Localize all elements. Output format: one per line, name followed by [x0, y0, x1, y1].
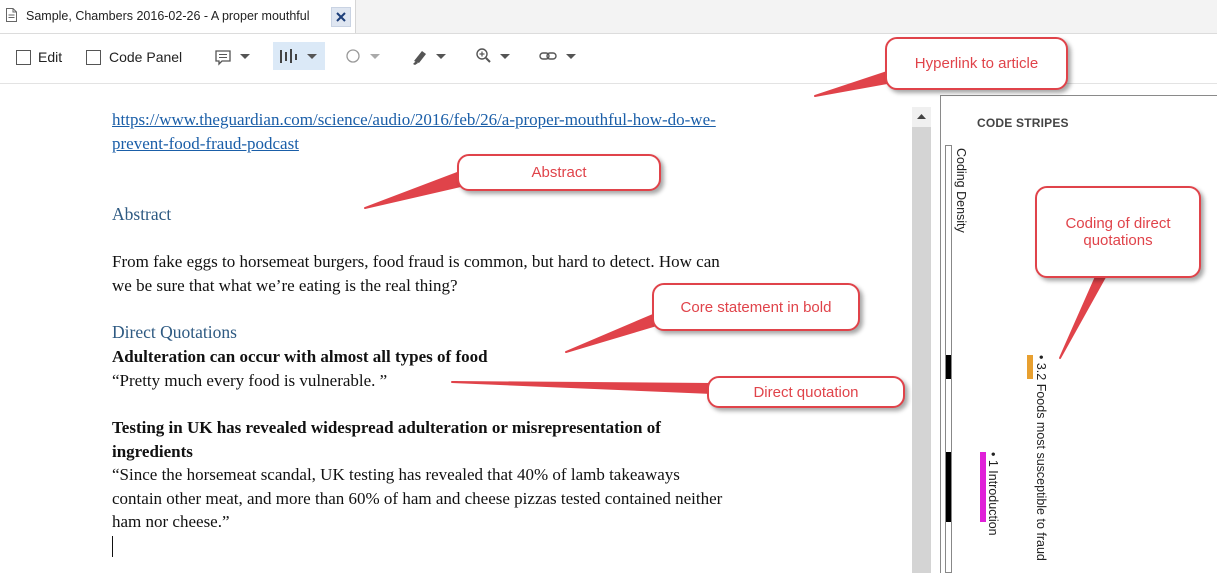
callout-abstract: Abstract [457, 154, 661, 191]
callout-hyperlink: Hyperlink to article [885, 37, 1068, 90]
callout-abstract-text: Abstract [531, 164, 587, 181]
callout-coding: Coding of direct quotations [1035, 186, 1201, 278]
callout-coding-text: Coding of direct quotations [1065, 215, 1171, 249]
callout-direct-quotation: Direct quotation [707, 376, 905, 408]
callout-direct-quotation-text: Direct quotation [753, 383, 859, 401]
callout-core-statement-text: Core statement in bold [680, 298, 832, 316]
callout-core-statement: Core statement in bold [652, 283, 860, 331]
callout-hyperlink-text: Hyperlink to article [914, 55, 1039, 72]
